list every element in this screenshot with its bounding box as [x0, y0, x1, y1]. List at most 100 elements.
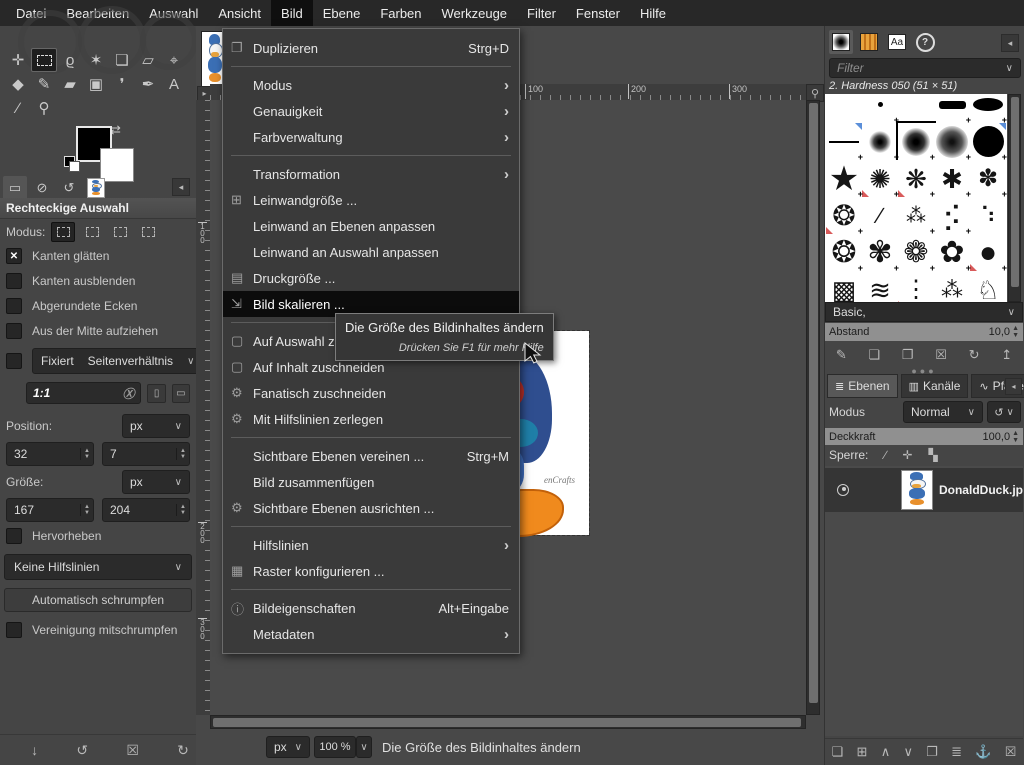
menubar-item-filter[interactable]: Filter — [517, 0, 566, 26]
ink-tool[interactable]: ✒ — [135, 72, 161, 96]
brush-circle[interactable]: + — [970, 123, 1006, 160]
brush-line[interactable]: + — [826, 123, 862, 160]
brush-tex3[interactable]: ⋮+ — [898, 271, 934, 302]
brush-sponge5[interactable]: ●+ — [970, 234, 1006, 271]
lock-position-icon[interactable]: ✛ — [902, 448, 912, 462]
eraser-tool[interactable]: ▰ — [57, 72, 83, 96]
brush-sponge3[interactable]: ❁+ — [898, 234, 934, 271]
layer-name[interactable]: DonaldDuck.jp — [939, 483, 1023, 497]
landscape-icon[interactable]: ▭ — [172, 384, 190, 403]
raise-layer-button[interactable]: ∧ — [881, 744, 891, 760]
rectangle-select-tool[interactable] — [31, 48, 57, 72]
layer-mode-dropdown[interactable]: Normal∨ — [903, 401, 983, 423]
collapse-dock-icon[interactable]: ◂ — [1005, 378, 1022, 395]
brush-scatter1[interactable]: ⁂+ — [898, 197, 934, 234]
ratio-input[interactable]: 1:1 Ⓧ — [26, 382, 141, 404]
brush-scatter2[interactable]: ⡪+ — [934, 197, 970, 234]
brush-sponge1[interactable]: ❂+ — [826, 234, 862, 271]
brush-group-dropdown[interactable]: Basic,∨ — [825, 302, 1023, 322]
position-y-input[interactable]: 7▲▼ — [102, 442, 190, 466]
duplicate-layer-button[interactable]: ❐ — [926, 744, 938, 760]
handle-transform-tool[interactable]: ⌖ — [161, 48, 187, 72]
tab-tool-options[interactable]: ▭ — [3, 176, 27, 200]
layer-row[interactable]: DonaldDuck.jp — [825, 468, 1023, 512]
duplicate-brush-button[interactable]: ❐ — [902, 347, 914, 363]
shrink-merged-checkbox-row[interactable]: Vereinigung mitschrumpfen — [6, 622, 177, 638]
bucket-fill-tool[interactable]: ◆ — [5, 72, 31, 96]
brush-tex2[interactable]: ≋+ — [862, 271, 898, 302]
menu-item-sichtbare-ebenen-ausrichten[interactable]: ⚙Sichtbare Ebenen ausrichten ... — [223, 495, 519, 521]
menu-item-sichtbare-ebenen-vereinen[interactable]: Sichtbare Ebenen vereinen ...Strg+M — [223, 443, 519, 469]
menubar-item-farben[interactable]: Farben — [370, 0, 431, 26]
tab-undo-history[interactable]: ↺ — [57, 176, 81, 200]
brush-bar[interactable]: + — [934, 94, 970, 123]
unified-transform-tool[interactable]: ▱ — [135, 48, 161, 72]
fuzzy-select-tool[interactable]: ✶ — [83, 48, 109, 72]
menu-item-hilfslinien[interactable]: Hilfslinien› — [223, 532, 519, 558]
collapse-dock-icon[interactable]: ◂ — [172, 178, 190, 196]
menu-item-bildeigenschaften[interactable]: ⓘBildeigenschaftenAlt+Eingabe — [223, 595, 519, 621]
brush-sponge4[interactable]: ✿+ — [934, 234, 970, 271]
restore-preset-button[interactable]: ↺ — [76, 742, 88, 759]
brush-dot[interactable]: + — [862, 94, 898, 123]
brush-scatter3[interactable]: ⠱ — [970, 197, 1006, 234]
brush-splat2[interactable]: ❋+ — [898, 160, 934, 197]
delete-preset-button[interactable]: ☒ — [126, 742, 139, 759]
statusbar-zoom-input[interactable]: 100 % — [314, 736, 356, 758]
tab-ebenen[interactable]: ≣Ebenen — [827, 374, 898, 398]
horizontal-scrollbar-thumb[interactable] — [213, 718, 801, 727]
layer-mode-switch-button[interactable]: ↺∨ — [987, 401, 1021, 423]
brush-diag[interactable]: ∕ — [862, 197, 898, 234]
layer-list[interactable]: DonaldDuck.jp — [825, 466, 1023, 736]
menu-item-raster-konfigurieren[interactable]: ▦Raster konfigurieren ... — [223, 558, 519, 584]
brush-blank[interactable] — [898, 94, 934, 123]
brush-star[interactable]: ★+ — [826, 160, 862, 197]
vertical-scrollbar[interactable] — [806, 100, 820, 715]
tab-help[interactable]: ? — [913, 30, 937, 54]
menubar-item-hilfe[interactable]: Hilfe — [630, 0, 676, 26]
save-preset-button[interactable]: ↓ — [31, 742, 38, 758]
mode-intersect-button[interactable] — [137, 223, 159, 241]
guides-dropdown[interactable]: Keine Hilfslinien∨ — [4, 554, 192, 580]
fixed-dropdown[interactable]: Fixiert Seitenverhältnis ∨ — [32, 348, 203, 374]
menu-item-fanatisch-zuschneiden[interactable]: ⚙Fanatisch zuschneiden — [223, 380, 519, 406]
delete-brush-button[interactable]: ☒ — [935, 347, 947, 363]
lock-alpha-icon[interactable]: ▚ — [928, 448, 937, 462]
menu-item-metadaten[interactable]: Metadaten› — [223, 621, 519, 647]
menu-item-genauigkeit[interactable]: Genauigkeit› — [223, 98, 519, 124]
zoom-tool[interactable]: ⚲ — [31, 96, 57, 120]
statusbar-unit-dropdown[interactable]: px∨ — [266, 736, 310, 758]
lower-layer-button[interactable]: ∨ — [903, 744, 913, 760]
fixed-checkbox[interactable] — [6, 353, 22, 369]
lock-pixels-icon[interactable]: ∕ — [884, 448, 886, 462]
position-unit-dropdown[interactable]: px∨ — [122, 414, 190, 438]
antialias-checkbox-row[interactable]: ✕ Kanten glätten — [6, 248, 109, 264]
expand-from-center-checkbox-row[interactable]: Aus der Mitte aufziehen — [6, 323, 158, 339]
brush-chalk[interactable]: ❂+ — [826, 197, 862, 234]
brush-soft1[interactable]: + — [862, 123, 898, 160]
expand-from-center-checkbox[interactable] — [6, 323, 22, 339]
color-picker-tool[interactable]: ∕ — [5, 96, 31, 120]
vertical-ruler[interactable]: 100200300 — [196, 100, 211, 715]
size-unit-dropdown[interactable]: px∨ — [122, 470, 190, 494]
default-colors-icon[interactable] — [69, 161, 80, 172]
tab-kanale[interactable]: ▥Kanäle — [901, 374, 969, 398]
highlight-checkbox[interactable] — [6, 528, 22, 544]
brush-blank[interactable] — [826, 94, 862, 123]
delete-layer-button[interactable]: ☒ — [1005, 744, 1017, 760]
menu-item-leinwandgröße[interactable]: ⊞Leinwandgröße ... — [223, 187, 519, 213]
clone-tool[interactable]: ▣ — [83, 72, 109, 96]
tab-fonts[interactable]: Aa — [885, 30, 909, 54]
move-tool[interactable]: ✛ — [5, 48, 31, 72]
shrink-merged-checkbox[interactable] — [6, 622, 22, 638]
new-brush-button[interactable]: ❏ — [868, 347, 880, 363]
brush-filter-input[interactable]: Filter∨ — [829, 58, 1021, 78]
mode-add-button[interactable] — [81, 223, 103, 241]
brush-splat1[interactable]: ✺+ — [862, 160, 898, 197]
smudge-tool[interactable]: ❜ — [109, 72, 135, 96]
menu-item-modus[interactable]: Modus› — [223, 72, 519, 98]
clear-icon[interactable]: Ⓧ — [122, 385, 134, 402]
tab-patterns[interactable] — [857, 30, 881, 54]
mode-replace-button[interactable] — [51, 222, 75, 242]
tab-brushes[interactable] — [829, 30, 853, 54]
